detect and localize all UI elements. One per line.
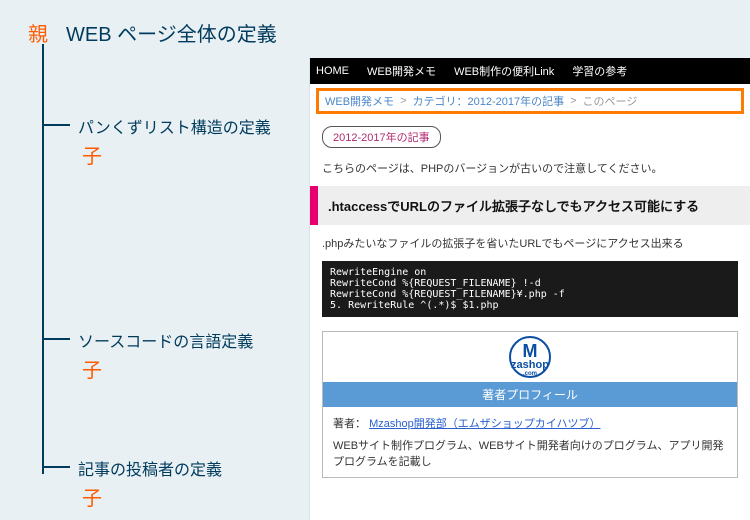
code-block: RewriteEngine on RewriteCond %{REQUEST_F… <box>322 261 738 317</box>
logo-mid: zashop <box>511 359 549 371</box>
nav-memo[interactable]: WEB開発メモ <box>367 63 436 79</box>
sample-webpage: HOME WEB開発メモ WEB制作の便利Link 学習の参考 WEB開発メモ … <box>310 58 750 520</box>
author-bio: WEBサイト制作プログラム、WEBサイト開発者向けのプログラム、アプリ開発プログ… <box>333 437 727 469</box>
breadcrumb-sep-1: > <box>400 95 406 107</box>
diagram-canvas: 親 WEB ページ全体の定義 パンくずリスト構造の定義 子 ソースコードの言語定… <box>0 0 750 520</box>
category-tag[interactable]: 2012-2017年の記事 <box>322 126 441 148</box>
breadcrumb-current: このページ <box>583 93 638 109</box>
author-profile-card: M zashop .com 著者プロフィール 著者： Mzashop開発部（エム… <box>322 331 738 478</box>
author-profile-bar: 著者プロフィール <box>323 382 737 407</box>
code-line-4: RewriteRule ^(.*)$ $1.php <box>330 300 730 311</box>
author-profile-body: 著者： Mzashop開発部（エムザショップカイハツブ） WEBサイト制作プログ… <box>323 407 737 477</box>
code-line-1: RewriteEngine on <box>330 267 730 278</box>
tree-line-h2 <box>42 338 70 340</box>
nav-links[interactable]: WEB制作の便利Link <box>454 63 554 79</box>
breadcrumb-link-2[interactable]: カテゴリ：2012-2017年の記事 <box>413 93 565 109</box>
code-line-2: RewriteCond %{REQUEST_FILENAME} !-d <box>330 278 730 289</box>
author-prefix: 著者： <box>333 418 366 430</box>
logo-sub: .com <box>511 371 549 377</box>
child-word-2: 子 <box>82 354 102 383</box>
child-definition-3: 記事の投稿者の定義 <box>78 456 222 480</box>
nav-study[interactable]: 学習の参考 <box>572 63 627 79</box>
child-definition-2: ソースコードの言語定義 <box>78 328 253 352</box>
article-heading: .htaccessでURLのファイル拡張子なしでもアクセス可能にする <box>310 186 750 225</box>
child-word-3: 子 <box>82 482 102 511</box>
tree-line-h3 <box>42 466 70 468</box>
nav-home[interactable]: HOME <box>316 65 349 77</box>
notice-text: こちらのページは、PHPのバージョンが古いので注意してください。 <box>322 160 738 176</box>
article-desc: .phpみたいなファイルの拡張子を省いたURLでもページにアクセス出来る <box>322 235 738 251</box>
tree-line-vertical <box>42 44 44 474</box>
breadcrumb-sep-2: > <box>570 95 576 107</box>
author-logo: M zashop .com <box>509 336 551 378</box>
tree-line-h1 <box>42 124 70 126</box>
breadcrumb-link-1[interactable]: WEB開発メモ <box>325 93 394 109</box>
nav-bar: HOME WEB開発メモ WEB制作の便利Link 学習の参考 <box>310 58 750 84</box>
author-link[interactable]: Mzashop開発部（エムザショップカイハツブ） <box>369 418 600 430</box>
child-definition-1: パンくずリスト構造の定義 <box>78 114 271 138</box>
child-word-1: 子 <box>82 140 102 169</box>
parent-label: 親 <box>28 18 48 47</box>
page-title: WEB ページ全体の定義 <box>66 18 277 47</box>
breadcrumb: WEB開発メモ > カテゴリ：2012-2017年の記事 > このページ <box>316 88 744 114</box>
code-line-3: RewriteCond %{REQUEST_FILENAME}¥.php -f <box>330 289 730 300</box>
logo-big: M <box>511 342 549 360</box>
